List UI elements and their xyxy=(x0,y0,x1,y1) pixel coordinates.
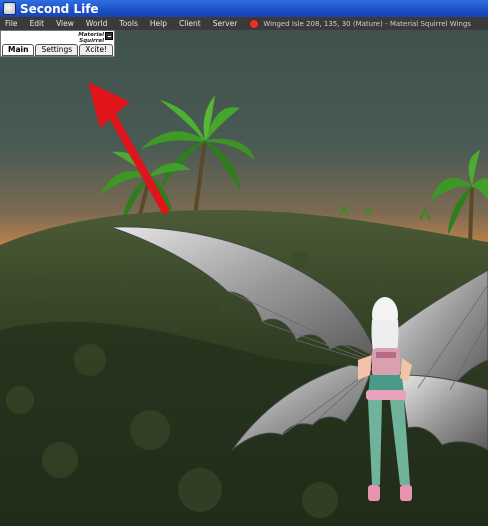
menu-bar: File Edit View World Tools Help Client S… xyxy=(0,17,488,30)
menu-file[interactable]: File xyxy=(0,19,24,28)
3d-viewport[interactable] xyxy=(0,30,488,526)
menu-view[interactable]: View xyxy=(50,19,80,28)
title-bar: Second Life xyxy=(0,0,488,17)
window-title: Second Life xyxy=(20,1,99,16)
tab-xcite[interactable]: Xcite! xyxy=(79,44,114,56)
menu-tools[interactable]: Tools xyxy=(113,19,143,28)
panel-tabs: Main Settings Xcite! xyxy=(2,44,114,56)
location-text: Winged Isle 208, 135, 30 (Mature) - Mate… xyxy=(263,19,471,28)
menu-client[interactable]: Client xyxy=(173,19,207,28)
material-squirrel-logo: Material Squirrel xyxy=(78,32,104,44)
menu-server[interactable]: Server xyxy=(207,19,244,28)
menu-help[interactable]: Help xyxy=(144,19,173,28)
second-life-hand-icon[interactable] xyxy=(3,2,16,15)
menu-edit[interactable]: Edit xyxy=(24,19,51,28)
location-pin-icon xyxy=(249,18,260,29)
tab-settings[interactable]: Settings xyxy=(35,44,79,56)
tab-main[interactable]: Main xyxy=(2,44,35,56)
material-squirrel-panel: Material Squirrel Main Settings Xcite! xyxy=(0,30,115,57)
minimize-icon[interactable] xyxy=(105,32,113,40)
menu-world[interactable]: World xyxy=(80,19,114,28)
